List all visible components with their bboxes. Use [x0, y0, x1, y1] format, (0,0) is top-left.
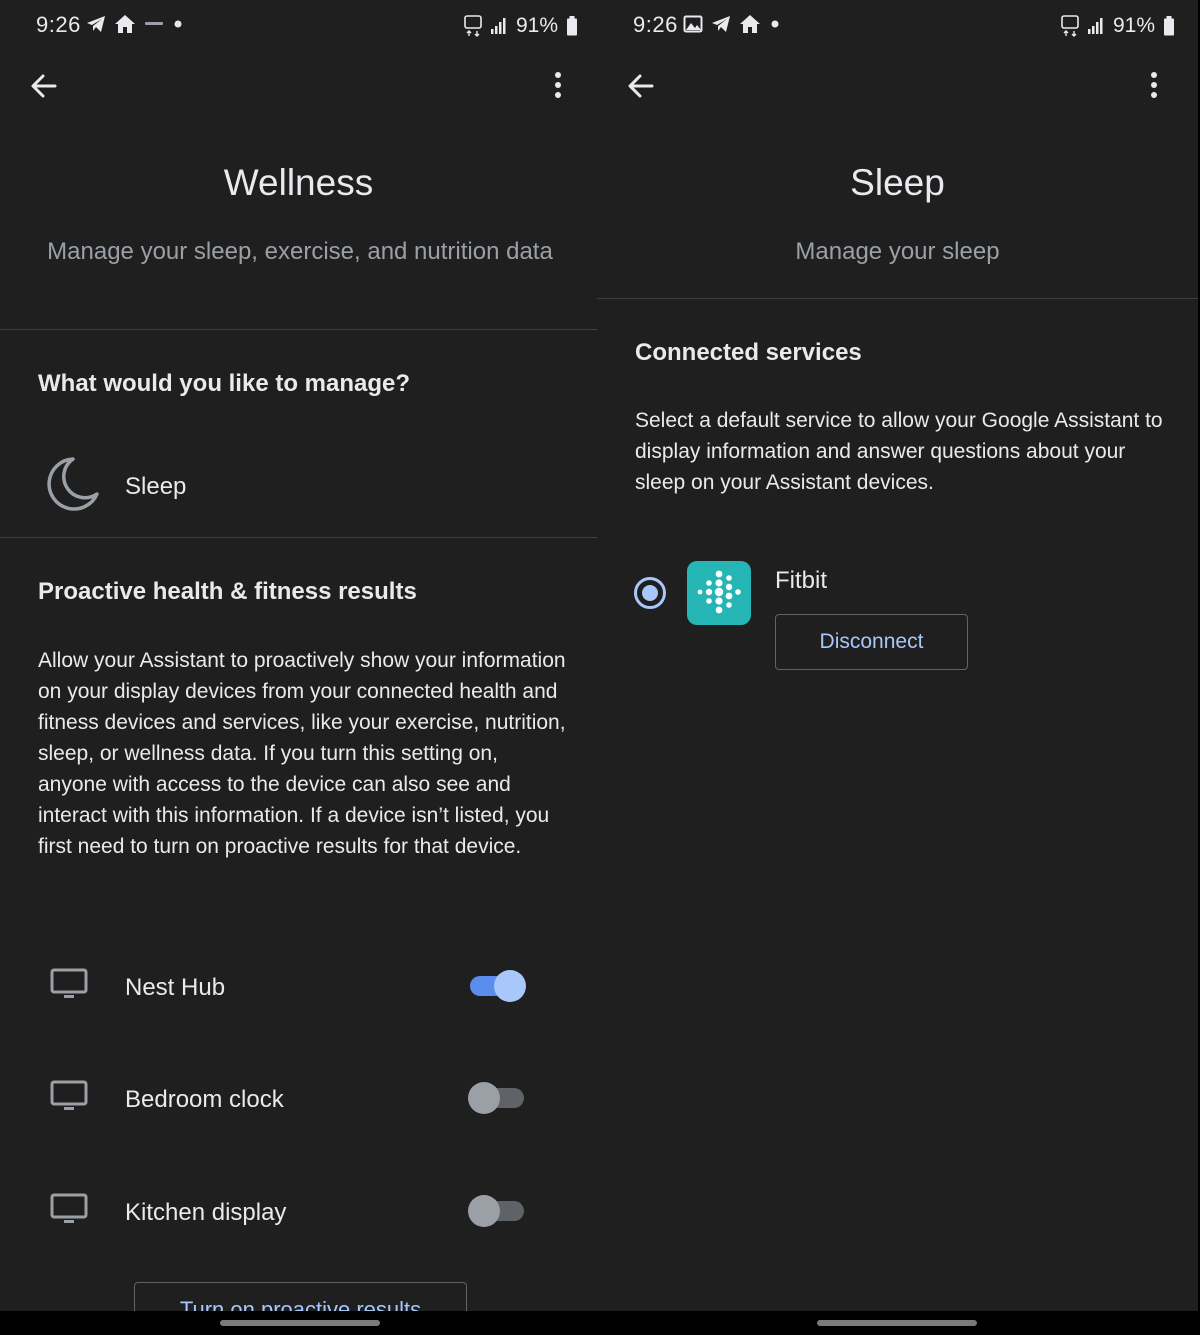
- moon-icon: [47, 457, 99, 511]
- home-icon: [740, 15, 760, 33]
- toggle-knob: [468, 1082, 500, 1114]
- battery-icon: [1164, 16, 1175, 36]
- service-name: Fitbit: [775, 567, 828, 594]
- device-row-nest-hub[interactable]: Nest Hub: [0, 950, 597, 1026]
- back-arrow-icon[interactable]: [625, 70, 657, 102]
- kitchen-display-toggle[interactable]: [468, 1195, 526, 1227]
- proactive-heading: Proactive health & fitness results: [38, 578, 417, 605]
- status-left-icons: [86, 14, 184, 34]
- battery-percent: 91%: [516, 14, 559, 37]
- home-icon: [115, 15, 135, 33]
- screenshot-stage: 9:26 91% Wellness Manage your sleep, exe…: [0, 0, 1200, 1335]
- device-label: Kitchen display: [125, 1199, 287, 1226]
- display-icon: [50, 1080, 88, 1110]
- home-gesture-pill[interactable]: [817, 1320, 977, 1326]
- sleep-screen: 9:26 91% Sleep Manage your sleep Connect…: [597, 0, 1198, 1335]
- sleep-item[interactable]: Sleep: [0, 440, 597, 536]
- battery-percent: 91%: [1113, 14, 1156, 37]
- divider: [597, 298, 1198, 299]
- page-subtitle: Manage your sleep, exercise, and nutriti…: [47, 238, 553, 265]
- back-arrow-icon[interactable]: [28, 70, 60, 102]
- more-options-icon[interactable]: [546, 70, 570, 102]
- battery-icon: [567, 16, 578, 36]
- wellness-screen: 9:26 91% Wellness Manage your sleep, exe…: [0, 0, 597, 1335]
- signal-icon: [491, 18, 506, 34]
- disconnect-label: Disconnect: [819, 630, 924, 653]
- status-right-icons: 91%: [1061, 14, 1175, 38]
- home-gesture-pill[interactable]: [220, 1320, 380, 1326]
- divider: [0, 537, 597, 538]
- status-time: 9:26: [633, 12, 678, 37]
- image-icon: [683, 15, 703, 33]
- status-left-icons: [683, 14, 781, 34]
- disconnect-button[interactable]: Disconnect: [775, 614, 968, 670]
- gesture-nav-bar: [0, 1311, 597, 1335]
- status-time: 9:26: [36, 12, 81, 37]
- sleep-item-label: Sleep: [125, 473, 187, 500]
- page-title: Sleep: [850, 162, 945, 203]
- device-label: Nest Hub: [125, 974, 226, 1001]
- notification-dot-icon: [174, 20, 182, 28]
- connected-services-description: Select a default service to allow your G…: [635, 409, 1163, 494]
- 5g-icon: [464, 15, 482, 37]
- service-row-fitbit: Fitbit Disconnect: [597, 555, 1198, 680]
- wyze-icon: [145, 22, 163, 25]
- display-icon: [50, 1193, 88, 1223]
- connected-services-heading: Connected services: [635, 339, 862, 366]
- fitbit-icon: [687, 561, 751, 625]
- toggle-knob: [468, 1195, 500, 1227]
- radio-selected-icon[interactable]: [633, 576, 667, 610]
- telegram-icon: [87, 16, 105, 32]
- more-options-icon[interactable]: [1142, 70, 1166, 102]
- toggle-knob: [494, 970, 526, 1002]
- 5g-icon: [1061, 15, 1079, 37]
- nest-hub-toggle[interactable]: [468, 970, 526, 1002]
- notification-dot-icon: [771, 20, 779, 28]
- bedroom-clock-toggle[interactable]: [468, 1082, 526, 1114]
- status-right-icons: 91%: [464, 14, 578, 38]
- telegram-icon: [712, 16, 730, 32]
- proactive-description: Allow your Assistant to proactively show…: [38, 649, 566, 858]
- divider: [0, 329, 597, 330]
- page-subtitle: Manage your sleep: [795, 238, 1000, 265]
- display-icon: [50, 968, 88, 998]
- manage-heading: What would you like to manage?: [38, 370, 411, 397]
- gesture-nav-bar: [597, 1311, 1198, 1335]
- signal-icon: [1088, 18, 1103, 34]
- device-row-kitchen-display[interactable]: Kitchen display: [0, 1175, 597, 1251]
- device-label: Bedroom clock: [125, 1086, 284, 1113]
- device-row-bedroom-clock[interactable]: Bedroom clock: [0, 1062, 597, 1138]
- page-title: Wellness: [223, 162, 374, 203]
